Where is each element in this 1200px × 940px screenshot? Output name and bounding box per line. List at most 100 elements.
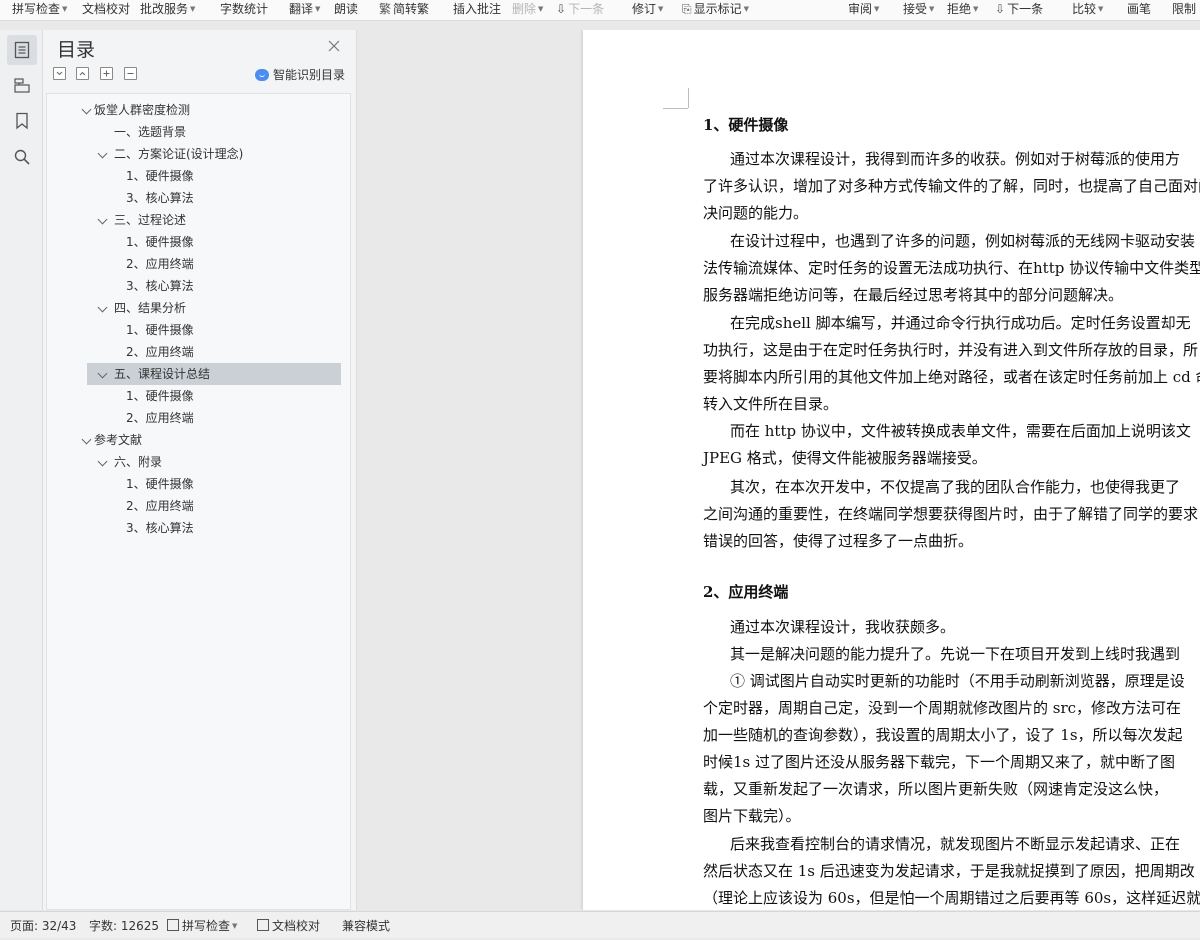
word-count[interactable]: 字数: 12625 <box>89 912 159 938</box>
bookmark-icon[interactable] <box>7 106 37 136</box>
chevron-down-icon: ▼ <box>743 5 750 13</box>
toc-panel-icon[interactable] <box>7 35 37 65</box>
document-page[interactable]: 1、硬件摄像通过本次课程设计，我得到而许多的收获。例如对于树莓派的使用方了许多认… <box>583 30 1200 910</box>
proofread-status[interactable]: 文档校对 <box>257 912 320 938</box>
ribbon-button[interactable]: 批改服务 ▼ <box>140 0 195 20</box>
doc-text-line: 功执行，这是由于在定时任务执行时，并没有进入到文件所存放的目录，所 <box>703 341 1199 359</box>
doc-text-line: 时候1s 过了图片还没从服务器下载完，下一个周期又来了，就中断了图 <box>703 753 1176 771</box>
doc-heading: 2、应用终端 <box>703 583 789 601</box>
page-indicator[interactable]: 页面: 32/43 <box>10 912 76 938</box>
doc-text-line: 服务器端拒绝访问等，在最后经过思考将其中的部分问题解决。 <box>703 286 1124 304</box>
toc-item-label: 3、核心算法 <box>126 191 194 205</box>
chevron-down-icon: ▼ <box>62 5 68 13</box>
toc-item[interactable]: 一、选题背景 <box>87 121 341 143</box>
toc-item-label: 三、过程论述 <box>114 213 187 227</box>
doc-text-line: 在设计过程中，也遇到了许多的问题，例如树莓派的无线网卡驱动安装 <box>730 232 1196 250</box>
collapse-all-icon[interactable] <box>76 67 89 80</box>
ribbon-button[interactable]: 比较 ▼ <box>1072 0 1103 20</box>
section-nav-icon[interactable] <box>7 70 37 100</box>
ribbon-button[interactable]: 审阅 ▼ <box>848 0 879 20</box>
expand-all-icon[interactable] <box>53 67 66 80</box>
toc-item[interactable]: 五、课程设计总结 <box>87 363 341 385</box>
ribbon-button[interactable]: ⇩ 下一条 <box>995 0 1043 20</box>
doc-text-line: 通过本次课程设计，我得到而许多的收获。例如对于树莓派的使用方 <box>730 150 1181 168</box>
toc-item[interactable]: 3、核心算法 <box>87 517 341 539</box>
ribbon-icon: ⇩ <box>556 2 567 16</box>
doc-text-line: 转入文件所在目录。 <box>703 395 839 413</box>
chevron-down-icon[interactable] <box>97 214 108 225</box>
chevron-down-icon[interactable] <box>97 456 108 467</box>
status-bar: 页面: 32/43 字数: 12625 拼写检查 ▼ 文档校对 兼容模式 <box>0 911 1200 938</box>
ribbon-label: 下一条 <box>568 2 605 16</box>
remove-heading-icon[interactable] <box>124 67 137 80</box>
toc-item[interactable]: 2、应用终端 <box>87 253 341 275</box>
document-area[interactable]: 1、硬件摄像通过本次课程设计，我得到而许多的收获。例如对于树莓派的使用方了许多认… <box>357 30 1200 910</box>
toc-item[interactable]: 四、结果分析 <box>87 297 341 319</box>
toc-item-label: 3、核心算法 <box>126 521 194 535</box>
doc-text-line: 通过本次课程设计，我收获颇多。 <box>730 618 956 636</box>
proofread-icon <box>257 919 269 931</box>
chevron-down-icon[interactable] <box>97 368 108 379</box>
search-icon[interactable] <box>7 142 37 172</box>
ribbon-button[interactable]: 字数统计 <box>220 0 268 20</box>
toc-item[interactable]: 二、方案论证(设计理念) <box>87 143 341 165</box>
ribbon-button[interactable]: ⎘ 显示标记 ▼ <box>682 0 749 20</box>
chevron-down-icon[interactable] <box>81 434 92 445</box>
doc-text-line: ① 调试图片自动实时更新的功能时（不用手动刷新浏览器，原理是设 <box>730 672 1185 690</box>
ribbon-label: 删除 <box>512 2 537 16</box>
chevron-down-icon: ▼ <box>874 5 880 13</box>
chevron-down-icon: ▼ <box>190 5 196 13</box>
ribbon-icon: 繁 <box>379 2 392 16</box>
ribbon-button[interactable]: 修订 ▼ <box>632 0 663 20</box>
toc-item[interactable]: 3、核心算法 <box>87 187 341 209</box>
toc-item[interactable]: 饭堂人群密度检测 <box>81 99 341 121</box>
margin-mark <box>688 88 689 108</box>
ribbon-button[interactable]: 删除 ▼ <box>512 0 543 20</box>
toc-item[interactable]: 1、硬件摄像 <box>87 473 341 495</box>
ribbon-button[interactable]: 接受 ▼ <box>903 0 934 20</box>
ribbon-label: 文档校对 <box>82 2 131 16</box>
ribbon-button[interactable]: 拼写检查 ▼ <box>12 0 67 20</box>
add-heading-icon[interactable] <box>100 67 113 80</box>
ribbon-button[interactable]: 翻译 ▼ <box>289 0 320 20</box>
ribbon-button[interactable]: 插入批注 <box>453 0 501 20</box>
doc-heading: 1、硬件摄像 <box>703 116 789 134</box>
toc-item[interactable]: 1、硬件摄像 <box>87 165 341 187</box>
spell-check-status[interactable]: 拼写检查 ▼ <box>167 912 237 938</box>
close-icon[interactable] <box>328 37 342 52</box>
smart-toc-label: 智能识别目录 <box>273 68 346 82</box>
ribbon-label: 比较 <box>1072 2 1097 16</box>
toc-item-label: 2、应用终端 <box>126 499 194 513</box>
ribbon-button[interactable]: 拒绝 ▼ <box>947 0 978 20</box>
chevron-down-icon[interactable] <box>97 302 108 313</box>
ribbon-button[interactable]: 文档校对 <box>82 0 130 20</box>
ribbon-button[interactable]: ⇩ 下一条 <box>556 0 604 20</box>
ribbon-button[interactable]: 限制 <box>1172 0 1196 20</box>
chevron-down-icon[interactable] <box>97 148 108 159</box>
ribbon-button[interactable]: 画笔 <box>1127 0 1151 20</box>
toc-item-label: 五、课程设计总结 <box>114 367 211 381</box>
toc-item[interactable]: 六、附录 <box>87 451 341 473</box>
ribbon-label: 简转繁 <box>393 2 430 16</box>
toc-item[interactable]: 3、核心算法 <box>87 275 341 297</box>
ribbon-label: 审阅 <box>848 2 873 16</box>
ribbon-label: 翻译 <box>289 2 314 16</box>
doc-text-line: 了许多认识，增加了对多种方式传输文件的了解，同时，也提高了自己面对问 <box>703 177 1200 195</box>
compat-mode: 兼容模式 <box>342 919 391 933</box>
toc-item[interactable]: 2、应用终端 <box>87 407 341 429</box>
chevron-down-icon: ▼ <box>232 922 238 930</box>
toc-item[interactable]: 2、应用终端 <box>87 341 341 363</box>
toc-item[interactable]: 1、硬件摄像 <box>87 319 341 341</box>
margin-mark <box>663 108 688 109</box>
toc-item[interactable]: 三、过程论述 <box>87 209 341 231</box>
ribbon-button[interactable]: 繁简转繁 <box>379 0 429 20</box>
toc-item[interactable]: 1、硬件摄像 <box>87 231 341 253</box>
toc-item[interactable]: 1、硬件摄像 <box>87 385 341 407</box>
smart-toc-button[interactable]: 智能识别目录 <box>255 66 345 83</box>
chevron-down-icon[interactable] <box>81 104 92 115</box>
doc-text-line: 错误的回答，使得了过程多了一点曲折。 <box>703 532 974 550</box>
toc-item[interactable]: 2、应用终端 <box>87 495 341 517</box>
toc-item-label: 1、硬件摄像 <box>126 323 194 337</box>
toc-item[interactable]: 参考文献 <box>81 429 341 451</box>
ribbon-button[interactable]: 朗读 <box>334 0 358 20</box>
